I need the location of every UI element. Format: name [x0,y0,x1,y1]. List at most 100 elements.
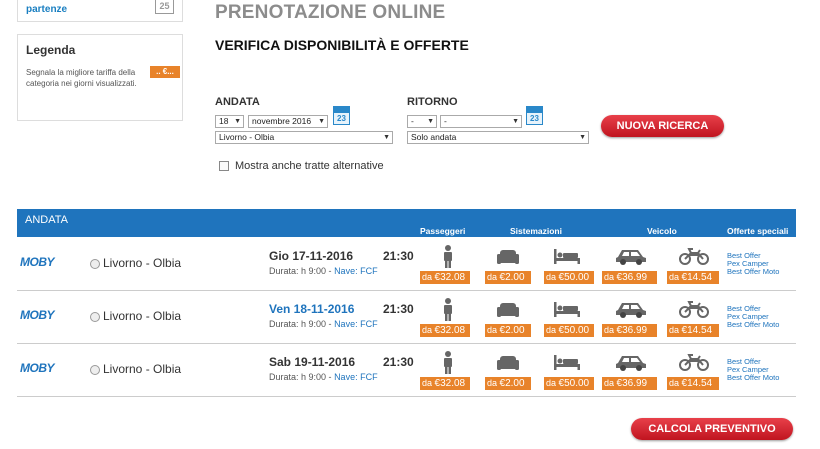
trip-time: 21:30 [383,355,414,369]
andata-day-select[interactable]: 18 ▼ [215,115,244,128]
passenger-icon [444,245,452,268]
ritorno-day-select[interactable]: - ▼ [407,115,437,128]
special-offers-list: Best Offer Pex Camper Best Offer Moto [727,252,779,276]
ritorno-month-select[interactable]: - ▼ [440,115,522,128]
sidebar-partenze-label[interactable]: partenze [26,4,67,15]
offer-best-offer-moto-link[interactable]: Best Offer Moto [727,321,779,329]
price-prefix: da [546,325,557,335]
legend-title: Legenda [26,43,76,57]
seat-icon [497,356,519,370]
alternative-routes-checkbox[interactable] [219,161,229,171]
price-cabin[interactable]: da €50.00 [544,271,594,284]
chevron-down-icon: ▼ [427,118,434,125]
price-value: €2.00 [499,325,525,336]
cabin-bed-icon [554,355,580,370]
offer-best-offer-moto-link[interactable]: Best Offer Moto [727,268,779,276]
chevron-down-icon: ▼ [383,134,390,141]
price-prefix: da [669,378,680,388]
passenger-icon [444,351,452,374]
trip-date: Gio 17-11-2016 [269,249,354,263]
passenger-icon [444,298,452,321]
andata-month-value: novembre 2016 [252,116,312,126]
price-passengers[interactable]: da €32.08 [420,377,470,390]
chevron-down-icon: ▼ [512,118,519,125]
calendar-icon-number: 23 [530,114,539,123]
price-prefix: da [487,325,498,335]
new-search-button[interactable]: NUOVA RICERCA [601,115,724,137]
price-seat[interactable]: da €2.00 [485,324,531,337]
andata-calendar-icon[interactable]: 23 [333,106,350,125]
trip-time: 21:30 [383,249,414,263]
car-icon [616,250,646,265]
trip-duration: Durata: h 9:00 - Nave: FCF [269,266,378,276]
trip-duration: Durata: h 9:00 - Nave: FCF [269,372,378,382]
price-seat[interactable]: da €2.00 [485,377,531,390]
price-prefix: da [669,325,680,335]
col-vehicle: Veicolo [647,226,677,236]
motorcycle-icon [679,248,709,265]
price-car[interactable]: da €36.99 [602,324,657,337]
ritorno-month-value: - [444,116,447,126]
trip-duration: Durata: h 9:00 - Nave: FCF [269,319,378,329]
calendar-day-icon[interactable]: 25 [155,0,174,14]
ship-link[interactable]: Nave: FCF [334,319,378,329]
price-passengers[interactable]: da €32.08 [420,271,470,284]
moby-logo: MOBY [20,361,55,375]
ritorno-calendar-icon[interactable]: 23 [526,106,543,125]
price-prefix: da [669,272,680,282]
trip-route: Livorno - Olbia [103,362,182,376]
andata-label: ANDATA [215,96,260,108]
price-car[interactable]: da €36.99 [602,271,657,284]
cabin-bed-icon [554,249,580,264]
select-trip-radio[interactable] [90,259,100,269]
calendar-icon-number: 23 [337,114,346,123]
price-motorcycle[interactable]: da €14.54 [667,271,719,284]
trip-time: 21:30 [383,302,414,316]
chevron-down-icon: ▼ [234,118,241,125]
price-value: €32.08 [434,325,466,336]
result-row[interactable]: MOBY Livorno - Olbia Ven 18-11-2016 21:3… [17,291,796,344]
motorcycle-icon [679,354,709,371]
ritorno-route-value: Solo andata [411,132,457,142]
andata-route-select[interactable]: Livorno - Olbia ▼ [215,131,393,144]
duration-text: Durata: h 9:00 - [269,319,332,329]
andata-month-select[interactable]: novembre 2016 ▼ [248,115,328,128]
price-prefix: da [604,272,615,282]
select-trip-radio[interactable] [90,365,100,375]
ship-link[interactable]: Nave: FCF [334,266,378,276]
price-prefix: da [422,272,433,282]
price-value: €2.00 [499,378,525,389]
chevron-down-icon: ▼ [579,134,586,141]
price-car[interactable]: da €36.99 [602,377,657,390]
duration-text: Durata: h 9:00 - [269,266,332,276]
legend-box: Legenda Segnala la migliore tariffa dell… [17,34,183,121]
price-motorcycle[interactable]: da €14.54 [667,377,719,390]
price-value: €36.99 [616,272,648,283]
price-passengers[interactable]: da €32.08 [420,324,470,337]
results-header: ANDATA Passeggeri Sistemazioni Veicolo O… [17,209,796,237]
select-trip-radio[interactable] [90,312,100,322]
price-value: €2.00 [499,272,525,283]
result-row[interactable]: MOBY Livorno - Olbia Sab 19-11-2016 21:3… [17,344,796,397]
ritorno-route-select[interactable]: Solo andata ▼ [407,131,589,144]
price-seat[interactable]: da €2.00 [485,271,531,284]
calculate-quote-button[interactable]: CALCOLA PREVENTIVO [631,418,793,440]
price-prefix: da [604,378,615,388]
price-motorcycle[interactable]: da €14.54 [667,324,719,337]
special-offers-list: Best Offer Pex Camper Best Offer Moto [727,305,779,329]
trip-route: Livorno - Olbia [103,309,182,323]
price-cabin[interactable]: da €50.00 [544,377,594,390]
car-icon [616,303,646,318]
price-value: €36.99 [616,378,648,389]
price-value: €14.54 [681,272,713,283]
price-prefix: da [422,325,433,335]
ship-link[interactable]: Nave: FCF [334,372,378,382]
andata-day-value: 18 [219,116,229,126]
page-title: PRENOTAZIONE ONLINE [215,2,446,23]
car-icon [616,356,646,371]
price-prefix: da [546,272,557,282]
price-cabin[interactable]: da €50.00 [544,324,594,337]
col-special-offers: Offerte speciali [727,226,789,236]
result-row[interactable]: MOBY Livorno - Olbia Gio 17-11-2016 21:3… [17,238,796,291]
offer-best-offer-moto-link[interactable]: Best Offer Moto [727,374,779,382]
